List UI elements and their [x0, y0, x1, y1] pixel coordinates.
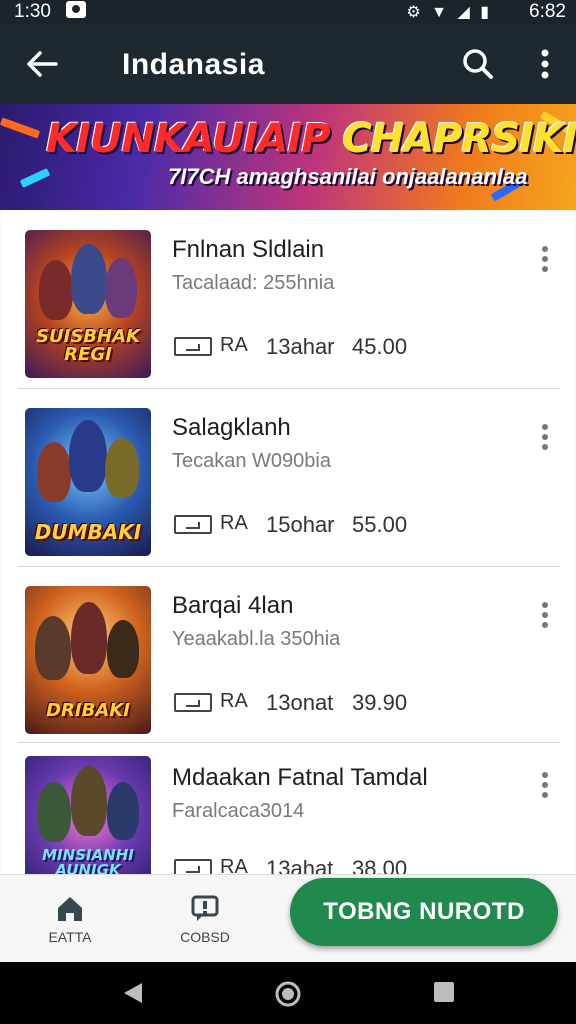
back-arrow-icon[interactable] [22, 44, 62, 84]
system-icons: ⚙ ▼ ◢ ▮ [406, 4, 492, 21]
age-rating: RA [220, 690, 248, 712]
item-price: 39.90 [352, 690, 408, 715]
notification-icon [66, 1, 86, 18]
recents-square-icon[interactable] [432, 980, 456, 1004]
game-thumbnail: DUMBAKI [25, 408, 151, 556]
item-price: 55.00 [352, 512, 408, 537]
banner-headline: KIUNKAUIAIP CHAPRSIKI [46, 116, 576, 162]
nav-second-label: COBSD [180, 929, 230, 945]
age-rating: RA [220, 856, 248, 874]
list-item[interactable]: DUMBAKI Salagklanh Tecakan W090bia RA 15… [0, 388, 576, 566]
item-duration: 13ahar [266, 334, 335, 359]
item-subtitle: Tacalaad: 255hnia [172, 272, 335, 294]
thumbnail-logo: DUMBAKI [34, 520, 142, 544]
thumbnail-logo: MINSIANHI AUNIGK [42, 846, 134, 875]
item-duration: 13onat [266, 690, 334, 715]
system-navigation-bar [0, 962, 576, 1024]
item-menu-icon[interactable] [534, 422, 556, 452]
thumbnail-logo: DRIBAKI [46, 700, 130, 721]
nav-second[interactable]: COBSD [160, 889, 250, 953]
status-clock: 6:82 [529, 1, 566, 22]
nav-home[interactable]: EATTA [25, 889, 115, 953]
search-icon[interactable] [458, 44, 498, 84]
item-duration: 15ohar [266, 512, 335, 537]
status-time: 1:30 [14, 1, 51, 22]
nav-home-label: EATTA [48, 929, 92, 945]
item-subtitle: Faralcaca3014 [172, 800, 305, 822]
item-subtitle: Tecakan W090bia [172, 450, 331, 472]
item-title: Salagklanh [172, 414, 291, 441]
status-bar: 1:30 ⚙ ▼ ◢ ▮ 6:82 [0, 0, 576, 24]
chat-badge-icon [191, 895, 219, 921]
thumbnail-logo: SUISBHAK REGI [36, 326, 140, 365]
promo-banner[interactable]: KIUNKAUIAIP CHAPRSIKI 7I7CH amaghsanilai… [0, 104, 576, 210]
page-title: Indanasia [122, 48, 265, 81]
item-price: 45.00 [352, 334, 408, 359]
age-rating: RA [220, 334, 248, 356]
age-rating: RA [220, 512, 248, 534]
ticket-icon [174, 693, 212, 712]
primary-action-button[interactable]: TOBNG NUROTD [290, 878, 558, 946]
list-item[interactable]: SUISBHAK REGI Fnlnan Sldlain Tacalaad: 2… [0, 210, 576, 388]
item-menu-icon[interactable] [534, 244, 556, 274]
game-thumbnail: DRIBAKI [25, 586, 151, 734]
item-title: Mdaakan Fatnal Tamdal [172, 764, 428, 791]
game-thumbnail: MINSIANHI AUNIGK [25, 756, 151, 874]
item-subtitle: Yeaakabl.la 350hia [172, 628, 341, 650]
app-bar: Indanasia [0, 24, 576, 104]
ticket-icon [174, 859, 212, 874]
item-menu-icon[interactable] [534, 770, 556, 800]
list-item[interactable]: MINSIANHI AUNIGK Mdaakan Fatnal Tamdal F… [0, 742, 576, 874]
item-price: 38.00 [352, 856, 408, 874]
item-duration: 13ahat [266, 856, 334, 874]
back-triangle-icon[interactable] [120, 980, 146, 1006]
ticket-icon [174, 337, 212, 356]
home-circle-icon[interactable] [274, 980, 302, 1008]
banner-subline: 7I7CH amaghsanilai onjaalananlaa [168, 164, 528, 189]
ticket-icon [174, 515, 212, 534]
item-menu-icon[interactable] [534, 600, 556, 630]
bottom-navigation: EATTA COBSD TOBNG NUROTD [0, 874, 576, 962]
game-thumbnail: SUISBHAK REGI [25, 230, 151, 378]
overflow-menu-icon[interactable] [530, 44, 560, 84]
game-list: SUISBHAK REGI Fnlnan Sldlain Tacalaad: 2… [0, 210, 576, 874]
item-title: Barqai 4lan [172, 592, 294, 619]
list-item[interactable]: DRIBAKI Barqai 4lan Yeaakabl.la 350hia R… [0, 566, 576, 744]
item-title: Fnlnan Sldlain [172, 236, 325, 263]
home-icon [58, 897, 82, 921]
